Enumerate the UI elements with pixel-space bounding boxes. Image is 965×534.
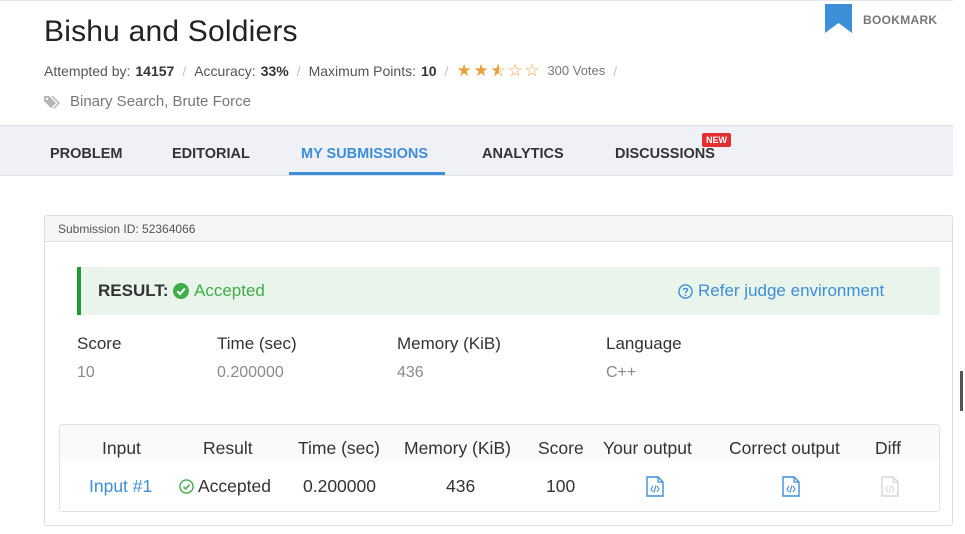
column-header: Your output: [603, 438, 692, 458]
votes-count: 300 Votes: [547, 63, 606, 78]
stat-label: Language: [606, 334, 682, 353]
stat-time: Time (sec) 0.200000: [217, 334, 297, 382]
column-header: Time (sec): [298, 438, 380, 458]
attempted-label: Attempted by:: [44, 62, 131, 79]
stat-score: Score 10: [77, 334, 121, 382]
stat-value: 436: [397, 364, 424, 381]
tags-text[interactable]: Binary Search, Brute Force: [70, 93, 251, 110]
result-value: Accepted: [173, 281, 265, 301]
tab-problem[interactable]: PROBLEM: [38, 126, 135, 175]
input-link[interactable]: Input #1: [89, 476, 152, 497]
problem-tabs: PROBLEM EDITORIAL MY SUBMISSIONS ANALYTI…: [0, 125, 953, 176]
new-badge: NEW: [702, 133, 731, 147]
problem-tags: Binary Search, Brute Force: [44, 93, 251, 110]
refer-judge-link[interactable]: Refer judge environment: [678, 281, 884, 301]
refer-judge-label: Refer judge environment: [698, 281, 885, 300]
row-score: 100: [546, 476, 576, 496]
stat-value: 10: [77, 364, 95, 381]
column-header: Memory (KiB): [404, 438, 511, 458]
attempted-value: 14157: [135, 62, 175, 79]
star-empty-icon: ☆: [524, 61, 540, 80]
accuracy-value: 33%: [260, 62, 289, 79]
row-time: 0.200000: [303, 476, 376, 496]
separator: /: [613, 62, 618, 79]
page: Bishu and Soldiers Attempted by: 14157 /…: [0, 0, 965, 534]
star-empty-icon: ☆: [507, 61, 523, 80]
question-circle-icon: [678, 283, 693, 299]
problem-header: Bishu and Soldiers Attempted by: 14157 /…: [0, 0, 953, 126]
separator: /: [296, 62, 301, 79]
stat-language: Language C++: [606, 334, 682, 382]
result-value-text: Accepted: [194, 281, 265, 300]
max-points-value: 10: [420, 62, 437, 79]
stat-label: Time (sec): [217, 334, 297, 353]
stat-value: C++: [606, 364, 637, 381]
result-banner: RESULT: Accepted Refer judge environment: [77, 267, 940, 315]
column-header: Result: [203, 438, 253, 458]
stat-memory: Memory (KiB) 436: [397, 334, 501, 382]
star-half-icon: ☆ ★: [490, 61, 506, 80]
code-file-icon: [881, 476, 899, 497]
tags-icon: [44, 95, 60, 109]
scrollbar-thumb[interactable]: [960, 371, 963, 411]
stat-value: 0.200000: [217, 364, 284, 381]
table-header-row: Input Result Time (sec) Memory (KiB) Sco…: [60, 425, 939, 461]
tab-my-submissions[interactable]: MY SUBMISSIONS: [289, 126, 445, 175]
row-memory: 436: [446, 476, 476, 496]
stat-label: Memory (KiB): [397, 334, 501, 353]
star-full-icon: ★: [473, 61, 489, 80]
submission-panel: Submission ID: 52364066 RESULT: Accepted…: [44, 215, 953, 526]
max-points-label: Maximum Points:: [308, 62, 416, 79]
accuracy-label: Accuracy:: [194, 62, 256, 79]
rating-stars[interactable]: ★ ★ ☆ ★ ☆ ☆: [456, 62, 541, 79]
column-header: Score: [538, 438, 584, 458]
tab-discussions[interactable]: DISCUSSIONS NEW: [603, 126, 731, 175]
separator: /: [182, 62, 187, 79]
tab-discussions-label: DISCUSSIONS: [615, 146, 715, 162]
separator: /: [444, 62, 449, 79]
problem-title: Bishu and Soldiers: [44, 15, 298, 48]
tab-analytics[interactable]: ANALYTICS: [470, 126, 576, 175]
submission-id: Submission ID: 52364066: [45, 216, 952, 242]
problem-meta: Attempted by: 14157 / Accuracy: 33% / Ma…: [44, 62, 625, 79]
code-file-icon: [782, 476, 800, 497]
code-file-icon: [646, 476, 664, 497]
diff-button[interactable]: [881, 476, 899, 497]
tab-editorial[interactable]: EDITORIAL: [160, 126, 262, 175]
bookmark-label: BOOKMARK: [863, 13, 938, 27]
star-full-icon: ★: [456, 61, 472, 80]
stat-label: Score: [77, 334, 122, 353]
column-header: Diff: [875, 438, 901, 458]
check-circle-icon: [179, 479, 194, 494]
result-label: RESULT:: [98, 281, 169, 300]
row-result: Accepted: [179, 476, 271, 497]
check-circle-icon: [173, 283, 189, 299]
correct-output-button[interactable]: [782, 476, 800, 497]
results-table: Input Result Time (sec) Memory (KiB) Sco…: [59, 424, 940, 512]
column-header: Correct output: [729, 438, 840, 458]
bookmark-icon: [825, 4, 852, 33]
row-result-text: Accepted: [198, 476, 271, 496]
table-row: Input #1 Accepted 0.200000 436 100: [60, 461, 939, 511]
your-output-button[interactable]: [646, 476, 664, 497]
bookmark-button[interactable]: BOOKMARK: [825, 4, 937, 33]
column-header: Input: [102, 438, 141, 458]
